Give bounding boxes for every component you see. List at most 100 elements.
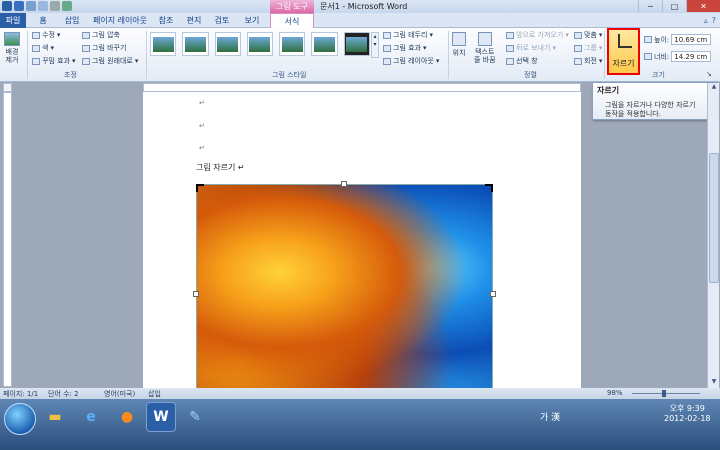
- height-input[interactable]: 10.69 cm: [671, 34, 712, 45]
- picture-style-thumb[interactable]: [279, 32, 306, 56]
- picture-style-thumb[interactable]: [150, 32, 177, 56]
- tab-format[interactable]: 서식: [270, 13, 314, 29]
- explorer-icon[interactable]: ▬: [40, 402, 70, 432]
- scroll-thumb[interactable]: [709, 153, 719, 283]
- check-icon[interactable]: [62, 1, 72, 11]
- bring-forward-icon: [506, 31, 514, 39]
- remove-background-button[interactable]: 배경 제거: [4, 32, 20, 64]
- wrap-text-button[interactable]: 텍스트 줄 바꿈: [474, 32, 496, 64]
- save-icon[interactable]: [14, 1, 24, 11]
- picture-style-thumb[interactable]: [214, 32, 241, 56]
- picture-layout-icon: [383, 57, 391, 65]
- scroll-up-icon[interactable]: ▲: [708, 83, 720, 93]
- picture-border-label: 그림 테두리: [393, 31, 428, 39]
- zoom-slider[interactable]: [632, 393, 700, 394]
- bring-forward-button[interactable]: 앞으로 가져오기 ▾: [506, 30, 569, 40]
- clock[interactable]: 오후 9:39 2012-02-18: [664, 404, 711, 424]
- crop-handle-top-right[interactable]: [485, 184, 493, 192]
- print-icon[interactable]: [50, 1, 60, 11]
- zoom-slider-knob[interactable]: [662, 390, 666, 397]
- tab-mailings[interactable]: 편지: [184, 13, 204, 28]
- minimize-button[interactable]: ─: [638, 0, 662, 12]
- align-button[interactable]: 맞춤 ▾: [574, 30, 602, 40]
- tab-home[interactable]: 홈: [34, 13, 52, 28]
- picture-tools-context: 그림 도구: [270, 0, 314, 13]
- picture-layout-button[interactable]: 그림 레이아웃 ▾: [383, 56, 439, 66]
- vertical-ruler[interactable]: [3, 92, 12, 387]
- wrap-text-icon: [477, 32, 492, 46]
- resize-handle-left[interactable]: [193, 291, 199, 297]
- tooltip-description: 그림을 자르거나 다양한 자르기 동작을 적용합니다.: [597, 101, 711, 119]
- compress-pictures-button[interactable]: 그림 압축: [82, 30, 120, 40]
- send-backward-label: 뒤로 보내기: [516, 44, 551, 52]
- artistic-effects-button[interactable]: 꾸밈 효과 ▾: [32, 56, 76, 66]
- change-picture-icon: [82, 44, 90, 52]
- selection-pane-button[interactable]: 선택 창: [506, 56, 538, 66]
- crop-button[interactable]: 자르기: [607, 28, 640, 75]
- group-button[interactable]: 그룹 ▾: [574, 43, 602, 53]
- corrections-button[interactable]: 수정 ▾: [32, 30, 60, 40]
- rotate-button[interactable]: 회전 ▾: [574, 56, 602, 66]
- ruler-toggle[interactable]: [3, 83, 12, 92]
- change-picture-button[interactable]: 그림 바꾸기: [82, 43, 126, 53]
- picture-styles-gallery: [150, 32, 370, 58]
- page-count[interactable]: 페이지: 1/1: [3, 389, 38, 399]
- wrap-text-label: 텍스트 줄 바꿈: [474, 48, 496, 64]
- resize-handle-top[interactable]: [341, 181, 347, 187]
- fire-picture[interactable]: [196, 184, 493, 405]
- tab-review[interactable]: 검토: [212, 13, 232, 28]
- crop-handle-top-left[interactable]: [196, 184, 204, 192]
- tab-references[interactable]: 참조: [156, 13, 176, 28]
- tab-view[interactable]: 보기: [242, 13, 262, 28]
- resize-handle-right[interactable]: [490, 291, 496, 297]
- color-button[interactable]: 색 ▾: [32, 43, 54, 53]
- tab-page-layout[interactable]: 페이지 레이아웃: [92, 13, 148, 28]
- artistic-effects-icon: [32, 57, 40, 65]
- close-button[interactable]: ✕: [686, 0, 720, 12]
- picture-style-thumb[interactable]: [182, 32, 209, 56]
- group-label: 그룹: [584, 44, 597, 52]
- picture-effects-button[interactable]: 그림 효과 ▾: [383, 43, 427, 53]
- help-icon[interactable]: ?: [712, 16, 716, 25]
- picture-style-thumb[interactable]: [246, 32, 274, 56]
- align-label: 맞춤: [584, 31, 597, 39]
- vertical-scrollbar[interactable]: ▲ ▼: [707, 83, 719, 388]
- scroll-down-icon[interactable]: ▼: [708, 378, 720, 388]
- start-button[interactable]: [4, 403, 36, 435]
- size-dialog-launcher-icon[interactable]: ↘: [706, 70, 712, 78]
- insert-mode[interactable]: 삽입: [148, 389, 161, 399]
- redo-icon[interactable]: [38, 1, 48, 11]
- group-label-picture-styles: 그림 스타일: [272, 71, 307, 79]
- height-icon: [644, 36, 652, 43]
- minimize-ribbon-icon[interactable]: ▵: [704, 16, 708, 25]
- maximize-button[interactable]: □: [662, 0, 686, 12]
- horizontal-ruler[interactable]: [143, 83, 581, 92]
- group-separator: [604, 31, 605, 79]
- clock-date: 2012-02-18: [664, 414, 711, 423]
- undo-icon[interactable]: [26, 1, 36, 11]
- internet-explorer-icon[interactable]: e: [76, 402, 106, 432]
- reset-picture-button[interactable]: 그림 원래대로 ▾: [82, 56, 138, 66]
- gallery-scroll-icon[interactable]: ▴ ▾: [371, 32, 379, 58]
- tab-insert[interactable]: 삽입: [60, 13, 84, 28]
- picture-style-thumb[interactable]: [343, 32, 370, 56]
- word-taskbar-icon[interactable]: W: [146, 402, 176, 432]
- firefox-icon[interactable]: ●: [112, 402, 142, 432]
- group-label-arrange: 정렬: [524, 71, 537, 79]
- picture-border-button[interactable]: 그림 테두리 ▾: [383, 30, 433, 40]
- language-indicator[interactable]: 영어(미국): [104, 389, 135, 399]
- ribbon-tabs: 파일 홈 삽입 페이지 레이아웃 참조 편지 검토 보기 서식 ▵ ?: [0, 13, 720, 29]
- zoom-level[interactable]: 98%: [607, 389, 623, 397]
- send-backward-button[interactable]: 뒤로 보내기 ▾: [506, 43, 556, 53]
- paint-icon[interactable]: ✎: [180, 402, 210, 432]
- ime-indicator[interactable]: 가 漢: [540, 413, 560, 423]
- tooltip-line-1: 그림을 자르거나 다양한 자르기: [605, 101, 696, 109]
- crop-tooltip: 자르기 그림을 자르거나 다양한 자르기 동작을 적용합니다.: [592, 82, 716, 120]
- position-button[interactable]: 위치: [452, 32, 466, 58]
- system-tray[interactable]: 가 漢: [540, 410, 560, 423]
- picture-style-thumb[interactable]: [311, 32, 338, 56]
- tab-file[interactable]: 파일: [0, 13, 26, 28]
- width-input[interactable]: 14.29 cm: [671, 51, 712, 62]
- word-count[interactable]: 단어 수: 2: [48, 389, 79, 399]
- title-bar: 그림 도구 문서1 - Microsoft Word ─ □ ✕: [0, 0, 720, 13]
